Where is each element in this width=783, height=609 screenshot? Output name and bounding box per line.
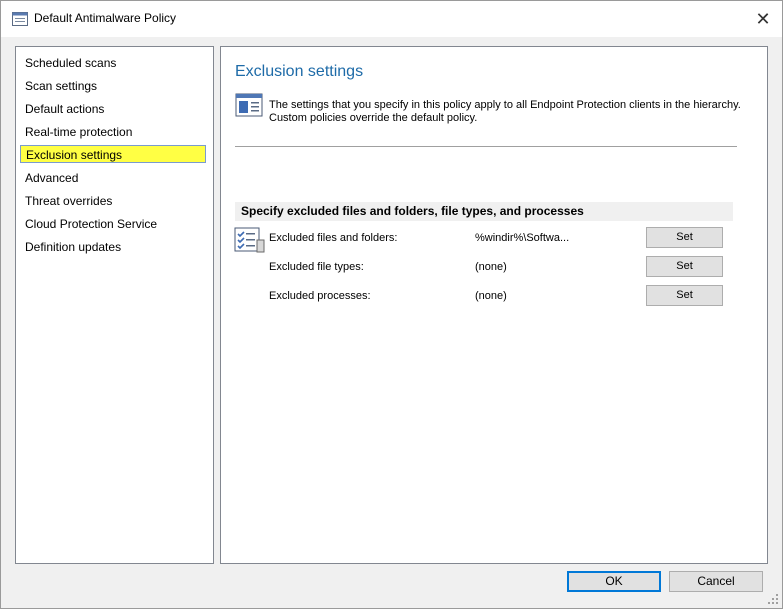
ok-button[interactable]: OK — [567, 571, 661, 592]
exclusions-section-header: Specify excluded files and folders, file… — [235, 202, 733, 221]
nav-item-advanced[interactable]: Advanced — [25, 169, 78, 187]
cancel-button[interactable]: Cancel — [669, 571, 763, 592]
nav-item-exclusion-settings[interactable]: Exclusion settings — [20, 145, 206, 163]
close-icon[interactable]: ✕ — [749, 7, 777, 31]
title-bar[interactable]: Default Antimalware Policy ✕ — [1, 1, 782, 37]
excluded-file-types-label: Excluded file types: — [269, 261, 364, 273]
policy-info-text: The settings that you specify in this po… — [269, 99, 741, 124]
nav-item-default-actions[interactable]: Default actions — [25, 100, 104, 118]
nav-item-real-time-protection[interactable]: Real-time protection — [25, 123, 132, 141]
set-excluded-processes-button[interactable]: Set — [646, 285, 723, 306]
nav-item-scan-settings[interactable]: Scan settings — [25, 77, 97, 95]
nav-item-scheduled-scans[interactable]: Scheduled scans — [25, 54, 116, 72]
set-excluded-files-button[interactable]: Set — [646, 227, 723, 248]
nav-item-threat-overrides[interactable]: Threat overrides — [25, 192, 112, 210]
page-title: Exclusion settings — [235, 63, 364, 80]
policy-window-icon — [12, 12, 28, 26]
section-divider — [235, 146, 737, 147]
info-document-icon — [235, 93, 265, 119]
window-title: Default Antimalware Policy — [34, 11, 177, 25]
excluded-processes-value: (none) — [475, 290, 507, 302]
dialog-window: Default Antimalware Policy ✕ Scheduled s… — [0, 0, 783, 609]
excluded-processes-label: Excluded processes: — [269, 290, 371, 302]
excluded-file-types-value: (none) — [475, 261, 507, 273]
set-excluded-file-types-button[interactable]: Set — [646, 256, 723, 277]
resize-grip-icon[interactable] — [767, 593, 779, 605]
excluded-files-label: Excluded files and folders: — [269, 232, 398, 244]
excluded-files-value: %windir%\Softwa... — [475, 232, 570, 244]
content-panel: Exclusion settings The settings that you… — [220, 46, 768, 564]
nav-item-cloud-protection-service[interactable]: Cloud Protection Service — [25, 215, 157, 233]
checklist-icon — [233, 226, 267, 254]
nav-item-definition-updates[interactable]: Definition updates — [25, 238, 121, 256]
nav-panel: Scheduled scans Scan settings Default ac… — [15, 46, 214, 564]
